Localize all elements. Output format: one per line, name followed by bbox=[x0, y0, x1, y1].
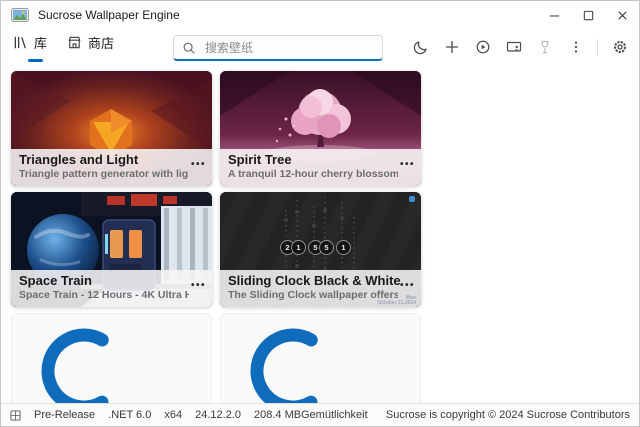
wallpaper-grid: Triangles and Light Triangle pattern gen… bbox=[1, 65, 639, 403]
theme-moon-button[interactable] bbox=[409, 34, 432, 60]
wallpaper-title: Sliding Clock Black & White bbox=[228, 273, 413, 289]
minimize-button[interactable] bbox=[537, 1, 571, 29]
more-kebab-button[interactable] bbox=[564, 34, 587, 60]
search-input[interactable] bbox=[203, 40, 374, 56]
settings-gear-button[interactable] bbox=[608, 34, 631, 60]
card-caption: Space Train Space Train - 12 Hours - 4K … bbox=[11, 270, 212, 307]
tab-library[interactable]: 库 bbox=[13, 33, 47, 52]
wallpaper-title: Space Train bbox=[19, 273, 204, 289]
card-caption: Spirit Tree A tranquil 12-hour cherry bl… bbox=[220, 149, 421, 186]
card-more-button[interactable]: ••• bbox=[400, 160, 415, 170]
grid-icon bbox=[10, 410, 21, 421]
window-title: Sucrose Wallpaper Engine bbox=[38, 8, 180, 22]
status-dotnet-version: .NET 6.0 bbox=[108, 409, 151, 421]
loading-card bbox=[11, 313, 212, 403]
wallpaper-description: The Sliding Clock wallpaper offers a... bbox=[228, 289, 398, 302]
status-release-channel: Pre-Release bbox=[34, 409, 95, 421]
add-button[interactable] bbox=[440, 34, 463, 60]
loading-spinner bbox=[247, 325, 339, 403]
status-copyright: Sucrose is copyright © 2024 Sucrose Cont… bbox=[386, 409, 630, 421]
wallpaper-card-triangles-and-light[interactable]: Triangles and Light Triangle pattern gen… bbox=[11, 71, 212, 186]
nav-tabs: 库 商店 bbox=[13, 33, 114, 52]
loading-spinner bbox=[38, 325, 130, 403]
toolbar: 库 商店 bbox=[1, 29, 639, 65]
toolbar-actions bbox=[409, 34, 631, 60]
clock-digit: 1 bbox=[336, 240, 351, 255]
tab-store[interactable]: 商店 bbox=[67, 33, 114, 52]
statusbar: Pre-Release .NET 6.0 x64 24.12.2.0 208.4… bbox=[1, 403, 639, 426]
play-button[interactable] bbox=[471, 34, 494, 60]
card-caption: Triangles and Light Triangle pattern gen… bbox=[11, 149, 212, 186]
wallpaper-title: Spirit Tree bbox=[228, 152, 413, 168]
close-button[interactable] bbox=[605, 1, 639, 29]
active-tab-indicator bbox=[28, 59, 43, 62]
maximize-button[interactable] bbox=[571, 1, 605, 29]
titlebar: Sucrose Wallpaper Engine bbox=[1, 1, 639, 29]
card-more-button[interactable]: ••• bbox=[191, 160, 206, 170]
glass-button[interactable] bbox=[533, 34, 556, 60]
clock-digit: 5 bbox=[319, 240, 334, 255]
clock-digit: 1 bbox=[291, 240, 306, 255]
wallpaper-description: A tranquil 12-hour cherry blossom l... bbox=[228, 168, 398, 181]
window-controls bbox=[537, 1, 639, 29]
active-indicator-dot bbox=[409, 196, 415, 202]
wallpaper-description: Space Train - 12 Hours - 4K Ultra H... bbox=[19, 289, 189, 302]
status-app-version: 24.12.2.0 bbox=[195, 409, 241, 421]
wallpaper-description: Triangle pattern generator with ligh... bbox=[19, 168, 189, 181]
search-icon bbox=[182, 41, 196, 55]
tab-library-label: 库 bbox=[34, 33, 47, 52]
status-memory-usage: 208.4 MB bbox=[254, 409, 301, 421]
status-center-text: Gemütlichkeit bbox=[301, 409, 368, 421]
clock-date-overlay: Mon October 21,2024 bbox=[377, 296, 416, 306]
loading-card bbox=[220, 313, 421, 403]
toolbar-divider bbox=[597, 39, 598, 55]
wallpaper-card-space-train[interactable]: Space Train Space Train - 12 Hours - 4K … bbox=[11, 192, 212, 307]
tab-store-label: 商店 bbox=[88, 33, 114, 52]
wallpaper-title: Triangles and Light bbox=[19, 152, 204, 168]
wallpaper-card-sliding-clock[interactable]: 2 1 5 5 1 Sliding Clock Black & White Th… bbox=[220, 192, 421, 307]
search-box[interactable] bbox=[173, 35, 383, 61]
store-icon bbox=[67, 35, 82, 50]
library-icon bbox=[13, 35, 28, 50]
card-more-button[interactable]: ••• bbox=[191, 281, 206, 291]
display-preview-button[interactable] bbox=[502, 34, 525, 60]
app-logo-icon bbox=[11, 8, 29, 22]
card-more-button[interactable]: ••• bbox=[400, 281, 415, 291]
status-left-group: Pre-Release .NET 6.0 x64 24.12.2.0 208.4… bbox=[10, 409, 301, 421]
wallpaper-card-spirit-tree[interactable]: Spirit Tree A tranquil 12-hour cherry bl… bbox=[220, 71, 421, 186]
status-architecture: x64 bbox=[164, 409, 182, 421]
card-caption: Sliding Clock Black & White The Sliding … bbox=[220, 270, 421, 307]
